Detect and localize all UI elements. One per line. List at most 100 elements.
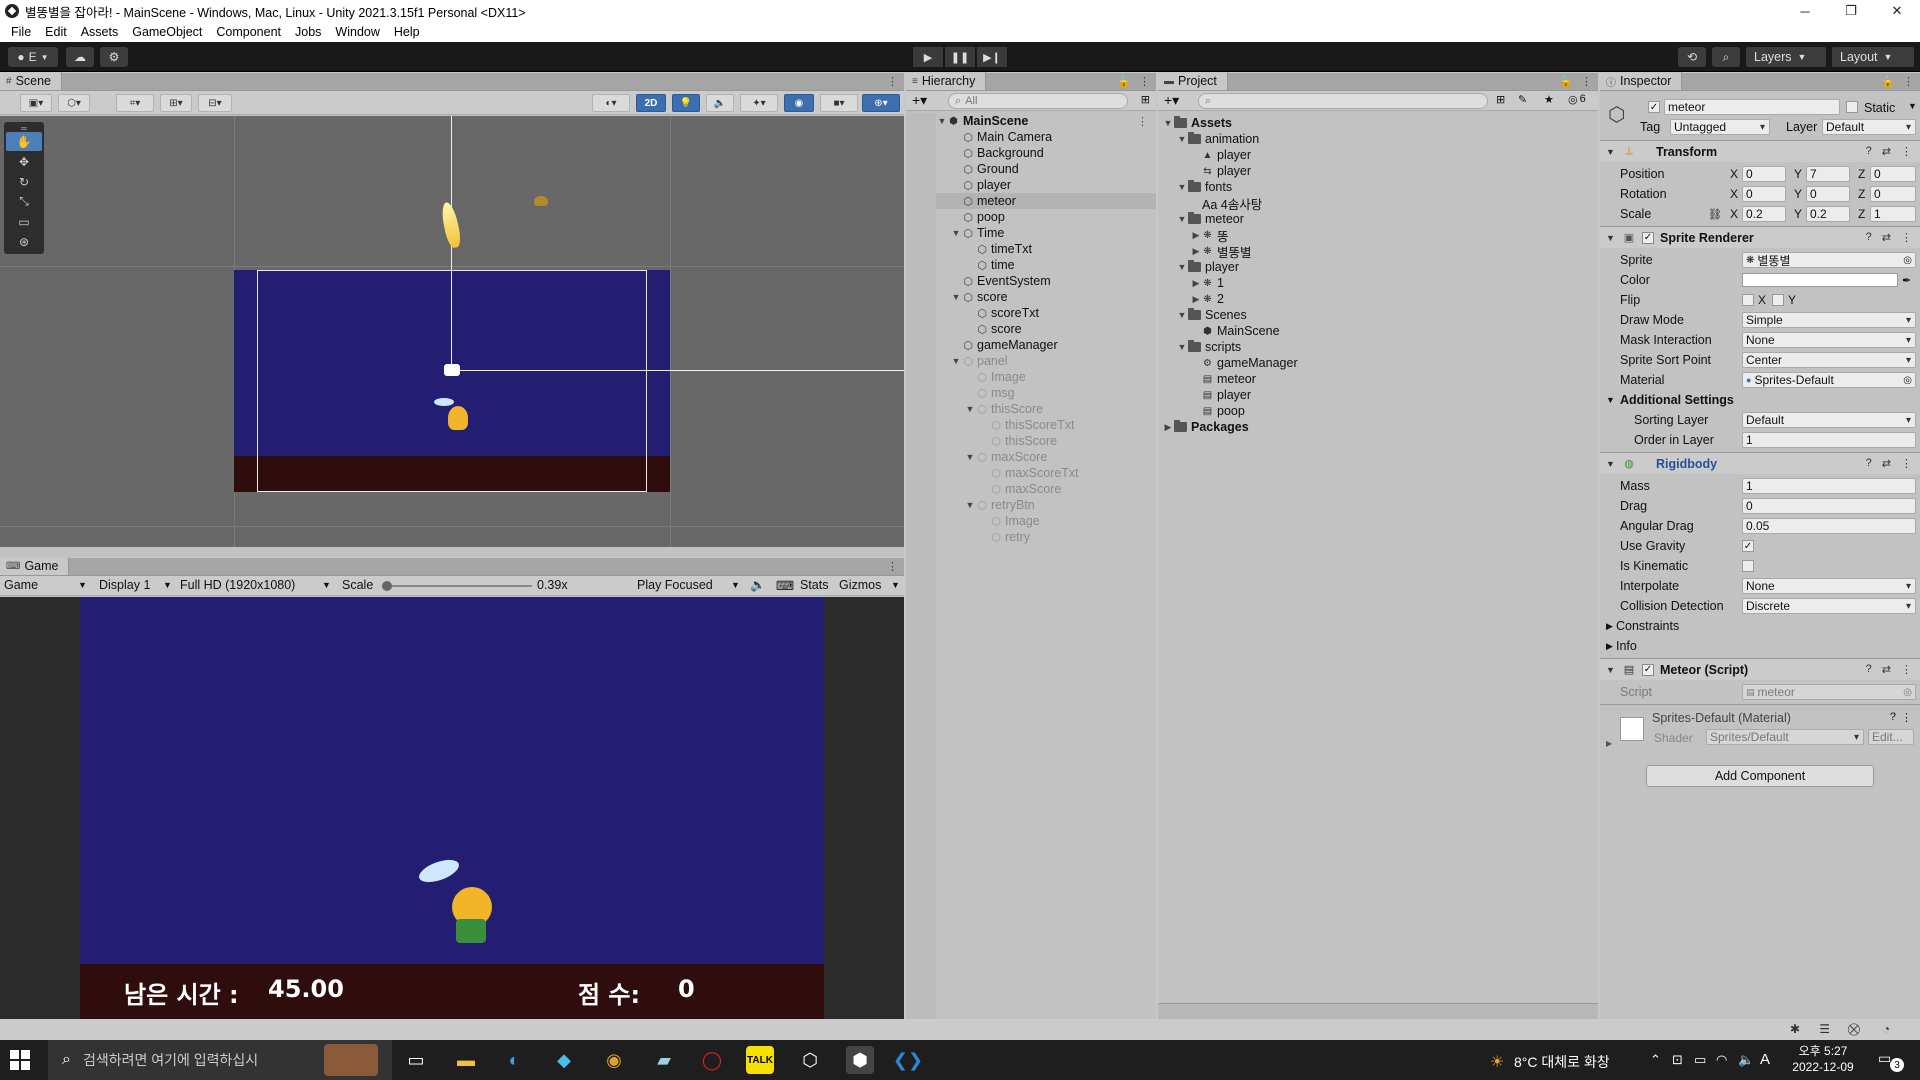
additional-settings-row[interactable]: ▼ Additional Settings [1600, 391, 1920, 409]
gizmos-button[interactable]: ⊕▾ [862, 94, 900, 112]
transform-header[interactable]: ▼ ⟂ Transform ? ⇄ ⋮ [1600, 140, 1920, 162]
chevron-down-icon[interactable]: ▼ [964, 500, 976, 510]
tab-scene[interactable]: # Scene [0, 72, 63, 90]
play-button[interactable]: ▶ [913, 47, 943, 67]
effects-button[interactable]: ✦▾ [740, 94, 778, 112]
grid-snap-button[interactable]: ⊞▾ [160, 94, 192, 112]
meteor-script-enabled-checkbox[interactable]: ✓ [1642, 663, 1654, 676]
chevron-down-icon[interactable]: ▼ [1176, 182, 1188, 192]
chevron-down-icon[interactable]: ▼ [950, 356, 962, 366]
visibility-button[interactable]: ◉ [784, 94, 814, 112]
hierarchy-item[interactable]: ▼ ⬡ retryBtn [906, 497, 1156, 513]
project-item[interactable]: ▤ player [1158, 387, 1598, 403]
static-dropdown[interactable]: ▼ [1908, 101, 1917, 111]
rotation-z-field[interactable]: 0 [1870, 186, 1916, 202]
scene-view[interactable]: ═ ✋ ✥ ↻ ⤡ ▭ ⊛ [0, 116, 904, 547]
menu-assets[interactable]: Assets [74, 25, 126, 39]
move-tool[interactable]: ✥ [6, 152, 42, 171]
hierarchy-item[interactable]: ⬡ Main Camera [906, 129, 1156, 145]
hierarchy-item[interactable]: ⬡ maxScore [906, 481, 1156, 497]
help-icon[interactable]: ? [1866, 231, 1872, 244]
stats-button[interactable]: Stats [800, 578, 829, 592]
kebab-icon[interactable]: ⋮ [1901, 663, 1912, 676]
kebab-icon[interactable]: ⋮ [1903, 75, 1914, 88]
hierarchy-item[interactable]: ▼ ⬡ panel [906, 353, 1156, 369]
unity-editor-icon[interactable]: ⬢ [846, 1046, 874, 1074]
lighting-button[interactable]: 💡 [672, 94, 700, 112]
kebab-icon[interactable]: ⋮ [1901, 145, 1912, 158]
kebab-icon[interactable]: ⋮ [1139, 75, 1150, 88]
menu-file[interactable]: File [4, 25, 38, 39]
game-tab-menu[interactable]: ⋮ [887, 560, 898, 573]
edge-icon[interactable]: ◐ [500, 1046, 528, 1074]
step-button[interactable]: ▶❙ [977, 47, 1007, 67]
transform-tool[interactable]: ⊛ [6, 232, 42, 251]
play-mode-dropdown[interactable]: Play Focused ▼ [637, 578, 741, 592]
battery-icon[interactable]: ▭ [1694, 1052, 1706, 1068]
help-icon[interactable]: ? [1866, 457, 1872, 470]
chevron-right-icon[interactable]: ▶ [1606, 739, 1612, 748]
scene-search-button[interactable]: ⊞ [1141, 93, 1150, 106]
rigidbody-header[interactable]: ▼ ◍ Rigidbody ? ⇄ ⋮ [1600, 452, 1920, 474]
object-picker-icon[interactable]: ◎ [1903, 255, 1912, 266]
active-checkbox[interactable]: ✓ [1648, 101, 1660, 113]
draw-mode-button[interactable]: ▣▾ [20, 94, 52, 112]
project-search-input[interactable]: ⌕ [1198, 93, 1488, 109]
tab-game[interactable]: ⌨ Game [0, 557, 70, 575]
constraints-row[interactable]: ▶ Constraints [1600, 617, 1920, 635]
project-item[interactable]: ▼ animation [1158, 131, 1598, 147]
kakaotalk-icon[interactable]: TALK [746, 1046, 774, 1074]
scene-tab-menu[interactable]: ⋮ [887, 75, 898, 88]
hierarchy-item[interactable]: ⬡ poop [906, 209, 1156, 225]
preset-icon[interactable]: ⇄ [1882, 145, 1891, 158]
menu-help[interactable]: Help [387, 25, 427, 39]
hierarchy-item[interactable]: ⬡ EventSystem [906, 273, 1156, 289]
hierarchy-item[interactable]: ⬡ time [906, 257, 1156, 273]
hierarchy-item[interactable]: ⬡ score [906, 321, 1156, 337]
weather-text[interactable]: 8°C 대체로 화창 [1514, 1052, 1610, 1072]
menu-edit[interactable]: Edit [38, 25, 74, 39]
chevron-down-icon[interactable]: ▼ [1176, 214, 1188, 224]
search-by-type-button[interactable]: ⊞ [1496, 93, 1505, 106]
notes-app-icon[interactable]: ▰ [650, 1046, 678, 1074]
chevron-right-icon[interactable]: ▶ [1190, 294, 1202, 305]
info-row[interactable]: ▶ Info [1600, 637, 1920, 655]
sorting-layer-dropdown[interactable]: Default [1742, 412, 1916, 428]
preset-icon[interactable]: ⇄ [1882, 457, 1891, 470]
project-item[interactable]: ▶ ❋ 1 [1158, 275, 1598, 291]
chevron-down-icon[interactable]: ▼ [1176, 262, 1188, 272]
angular-drag-field[interactable]: 0.05 [1742, 518, 1916, 534]
hierarchy-item[interactable]: ⬡ scoreTxt [906, 305, 1156, 321]
color-swatch[interactable] [1742, 273, 1898, 287]
hand-tool[interactable]: ✋ [6, 132, 42, 151]
object-name-field[interactable]: meteor [1664, 99, 1840, 115]
kebab-icon[interactable]: ⋮ [1581, 75, 1592, 88]
project-item[interactable]: ▼ scripts [1158, 339, 1598, 355]
chevron-down-icon[interactable]: ▼ [936, 116, 948, 126]
help-icon[interactable]: ? [1866, 145, 1872, 158]
kebab-icon[interactable]: ⋮ [1901, 457, 1912, 470]
chevron-down-icon[interactable]: ▼ [1176, 310, 1188, 320]
rotate-tool[interactable]: ↻ [6, 172, 42, 191]
tray-app-icon[interactable]: ⊡ [1672, 1052, 1683, 1068]
object-picker-icon[interactable]: ◎ [1903, 375, 1912, 386]
opera-icon[interactable]: ◯ [698, 1046, 726, 1074]
chevron-down-icon[interactable]: ▼ [1176, 342, 1188, 352]
hierarchy-item[interactable]: ▼ ⬢ MainScene ⋮ [906, 113, 1156, 129]
hierarchy-item[interactable]: ⬡ msg [906, 385, 1156, 401]
keyboard-button[interactable]: ⌨ [776, 578, 794, 593]
drag-field[interactable]: 0 [1742, 498, 1916, 514]
mass-field[interactable]: 1 [1742, 478, 1916, 494]
search-button[interactable]: ⌕ [1712, 47, 1740, 67]
use-gravity-checkbox[interactable]: ✓ [1742, 540, 1754, 552]
gizmos-dropdown[interactable]: Gizmos ▼ [839, 578, 901, 592]
scale-x-field[interactable]: 0.2 [1742, 206, 1786, 222]
audio-button[interactable]: 🔈 [706, 94, 734, 112]
rect-tool[interactable]: ▭ [6, 212, 42, 231]
position-y-field[interactable]: 7 [1806, 166, 1850, 182]
resolution-dropdown[interactable]: Full HD (1920x1080) ▼ [180, 578, 332, 592]
scale-z-field[interactable]: 1 [1870, 206, 1916, 222]
layer-dropdown[interactable]: Default [1822, 119, 1916, 135]
increment-snap-button[interactable]: ⊟▾ [198, 94, 232, 112]
project-item[interactable]: ▼ Scenes [1158, 307, 1598, 323]
